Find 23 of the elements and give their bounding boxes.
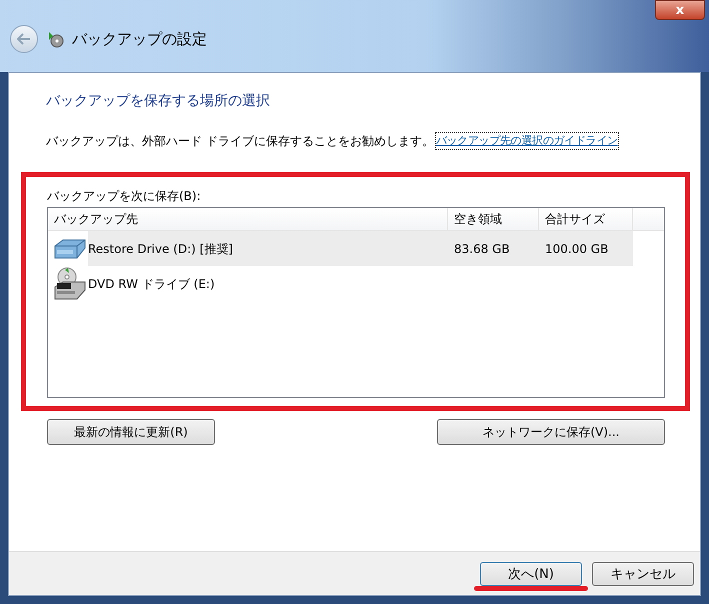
column-header[interactable]: 空き領域 <box>448 208 539 230</box>
drive-name: DVD RW ドライブ (E:) <box>88 276 216 292</box>
next-button[interactable]: 次へ(N) <box>480 562 582 586</box>
hard-drive-icon <box>53 238 87 260</box>
back-arrow-icon <box>17 33 31 45</box>
drive-name: Restore Drive (D:) [推奨] <box>88 240 234 258</box>
free-space: 83.68 GB <box>454 242 510 256</box>
refresh-button[interactable]: 最新の情報に更新(R) <box>47 419 215 445</box>
drive-row[interactable]: DVD RW ドライブ (E:) <box>88 266 633 301</box>
drive-row[interactable]: Restore Drive (D:) [推奨] 83.68 GB 100.00 GB <box>88 231 633 266</box>
list-label: バックアップを次に保存(B): <box>47 188 202 205</box>
window-title: バックアップの設定 <box>72 28 207 50</box>
cancel-button[interactable]: キャンセル <box>592 562 694 586</box>
dvd-drive-icon <box>53 266 87 300</box>
backup-icon <box>46 30 64 48</box>
column-header[interactable]: バックアップ先 <box>48 208 448 230</box>
column-header[interactable]: 合計サイズ <box>539 208 633 230</box>
total-size: 100.00 GB <box>545 242 608 256</box>
save-to-network-button[interactable]: ネットワークに保存(V)... <box>437 419 665 445</box>
guidelines-link[interactable]: バックアップ先の選択のガイドライン <box>436 132 618 150</box>
page-heading: バックアップを保存する場所の選択 <box>46 92 271 111</box>
back-button[interactable] <box>10 25 38 53</box>
description-text: バックアップは、外部ハード ドライブに保存することをお勧めします。 <box>46 133 434 150</box>
